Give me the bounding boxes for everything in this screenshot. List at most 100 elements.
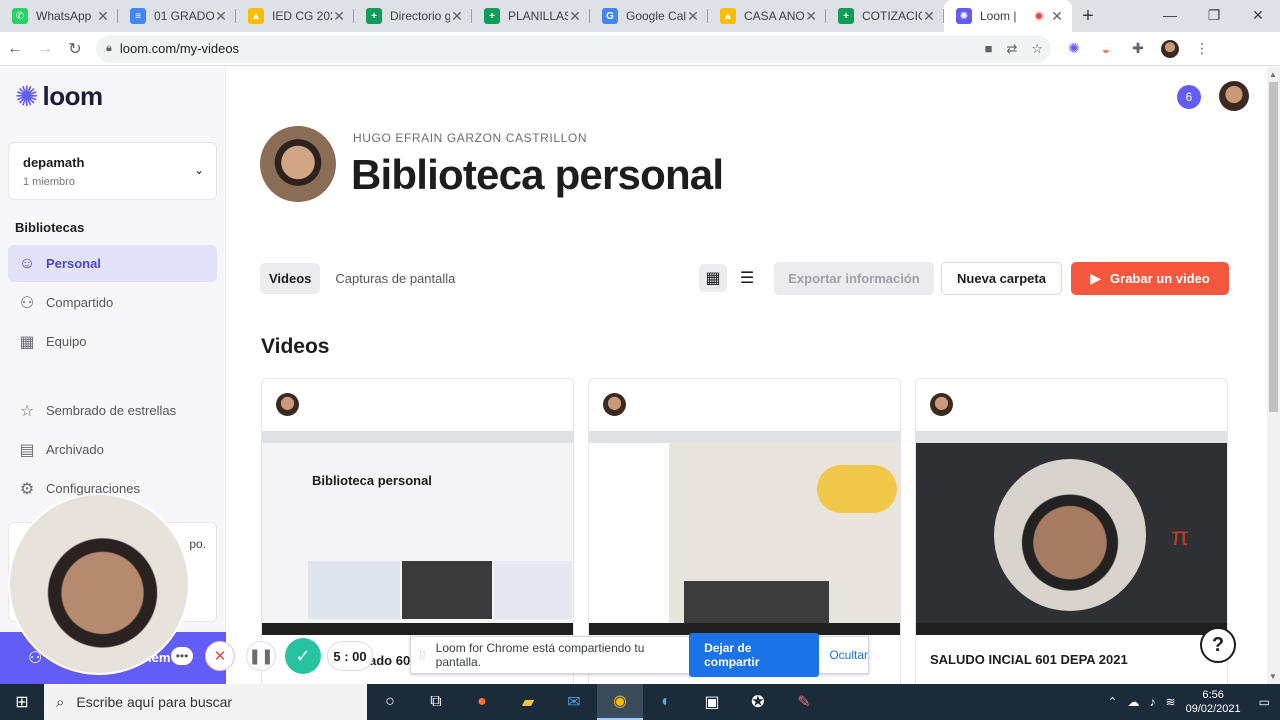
browser-tab[interactable]: + Directorio g ✕ xyxy=(354,0,472,32)
menu-icon[interactable]: ⋮ xyxy=(1193,40,1211,58)
export-button[interactable]: Exportar información xyxy=(774,262,934,295)
stop-sharing-button[interactable]: Dejar de compartir xyxy=(689,633,820,677)
scroll-up-icon[interactable]: ▲ xyxy=(1269,70,1277,79)
system-tray: ⌃ ☁ ♪ ≋ 6:56 09/02/2021 ▭ xyxy=(1107,688,1280,716)
video-card[interactable]: π SALUDO INCIAL 601 DEPA 2021 xyxy=(915,378,1228,688)
grid-view-icon[interactable]: ▦ xyxy=(699,264,727,292)
sidebar-item-sembrado-de-estrellas[interactable]: ☆ Sembrado de estrellas xyxy=(8,392,217,429)
tab-favicon-icon: ≡ xyxy=(130,8,146,24)
browser-tab[interactable]: ▲ IED CG 202 ✕ xyxy=(236,0,354,32)
sidebar-item-archivado[interactable]: ▤ Archivado xyxy=(8,431,217,468)
user-avatar[interactable] xyxy=(1219,81,1249,111)
close-tab-icon[interactable]: ✕ xyxy=(450,8,464,25)
profile-avatar[interactable] xyxy=(1161,39,1179,58)
view-switcher: ▦ ☰ xyxy=(699,264,761,292)
chrome-icon[interactable]: ◉ xyxy=(597,684,643,720)
store-icon[interactable]: ▣ xyxy=(689,684,735,720)
forward-icon[interactable]: → xyxy=(30,34,60,64)
tab-videos[interactable]: Videos xyxy=(260,263,321,294)
more-options-icon[interactable]: ••• xyxy=(171,647,193,665)
card-avatar xyxy=(930,393,953,416)
browser-tab[interactable]: + PLANILLAS ✕ xyxy=(472,0,590,32)
sidebar-item-personal[interactable]: ☺ Personal xyxy=(8,245,217,282)
pause-recording-button[interactable]: ❚❚ xyxy=(246,641,276,671)
cloud-icon[interactable]: ☁ xyxy=(1128,695,1140,709)
close-tab-icon[interactable]: ✕ xyxy=(804,8,818,25)
restore-icon[interactable]: ❐ xyxy=(1192,0,1236,30)
tab-favicon-icon: ▲ xyxy=(720,8,736,24)
cortana-icon[interactable]: ○ xyxy=(367,684,413,720)
extension-icon[interactable]: ◒ xyxy=(1097,40,1115,58)
tab-favicon-icon: + xyxy=(484,8,500,24)
list-view-icon[interactable]: ☰ xyxy=(733,264,761,292)
close-tab-icon[interactable]: ✕ xyxy=(686,8,700,25)
content-type-tabs: Videos Capturas de pantalla xyxy=(260,263,464,294)
clock-date: 09/02/2021 xyxy=(1185,703,1241,715)
browser-tab[interactable]: G Google Cal ✕ xyxy=(590,0,708,32)
finish-recording-button[interactable]: ✓ xyxy=(285,638,321,674)
drag-handle-icon[interactable]: ⁞⁞ xyxy=(419,648,426,662)
puzzle-icon[interactable]: ✚ xyxy=(1129,40,1147,58)
new-folder-button[interactable]: Nueva carpeta xyxy=(941,262,1062,295)
loom-extension-icon[interactable]: ✺ xyxy=(1065,40,1083,58)
browser-tab[interactable]: ≡ 01 GRADO ✕ xyxy=(118,0,236,32)
tab-screenshots[interactable]: Capturas de pantalla xyxy=(326,263,464,294)
close-tab-icon[interactable]: ✕ xyxy=(332,8,346,25)
mail-icon[interactable]: ✉ xyxy=(551,684,597,720)
hide-button[interactable]: Ocultar xyxy=(829,648,868,662)
chevron-up-icon[interactable]: ⌃ xyxy=(1107,695,1117,709)
video-thumbnail[interactable] xyxy=(589,431,900,635)
sidebar-item-equipo[interactable]: ▦ Equipo xyxy=(8,323,217,360)
wifi-icon[interactable]: ≋ xyxy=(1166,695,1176,709)
browser-tab[interactable]: ▲ CASA ANO ✕ xyxy=(708,0,826,32)
tab-favicon-icon: ✆ xyxy=(12,8,28,24)
cancel-recording-button[interactable]: ✕ xyxy=(205,641,235,671)
volume-icon[interactable]: ♪ xyxy=(1150,695,1156,709)
back-icon[interactable]: ← xyxy=(0,34,30,64)
workspace-name: depamath xyxy=(23,155,85,170)
video-thumbnail[interactable]: Biblioteca personal xyxy=(262,431,573,635)
close-tab-icon[interactable]: ✕ xyxy=(214,8,228,25)
minimize-icon[interactable]: — xyxy=(1148,0,1192,30)
workspace-selector[interactable]: depamath 1 miembro ⌄ xyxy=(8,142,217,200)
tab-title: Directorio g xyxy=(390,9,450,23)
close-tab-icon[interactable]: ✕ xyxy=(568,8,582,25)
task-view-icon[interactable]: ⧉ xyxy=(413,684,459,720)
screen-share-bar: ⁞⁞ Loom for Chrome está compartiendo tu … xyxy=(410,633,869,677)
scrollbar-thumb[interactable] xyxy=(1269,82,1278,412)
windows-start-icon[interactable]: ⊞ xyxy=(0,684,44,720)
close-window-icon[interactable]: ✕ xyxy=(1236,0,1280,30)
paint-icon[interactable]: ✎ xyxy=(781,684,827,720)
scroll-down-icon[interactable]: ▼ xyxy=(1269,672,1277,681)
app-icon[interactable]: ✪ xyxy=(735,684,781,720)
notification-badge[interactable]: 6 xyxy=(1177,85,1201,109)
help-button[interactable]: ? xyxy=(1200,627,1236,663)
address-bar[interactable]: 🔒︎ loom.com/my-videos ■ ⇄ ☆ xyxy=(96,34,1051,63)
record-video-button[interactable]: ▶ Grabar un video xyxy=(1071,262,1229,295)
bookmark-star-icon[interactable]: ☆ xyxy=(1031,41,1043,57)
close-tab-icon[interactable]: ✕ xyxy=(922,8,936,25)
loom-logo[interactable]: ✺ loom xyxy=(15,81,103,112)
sidebar-item-compartido[interactable]: ⚇ Compartido xyxy=(8,284,217,321)
file-explorer-icon[interactable]: ▰ xyxy=(505,684,551,720)
page-scrollbar[interactable]: ▲ ▼ xyxy=(1267,67,1280,684)
lock-icon: 🔒︎ xyxy=(106,42,112,54)
browser-tab[interactable]: ✆ WhatsApp ✕ xyxy=(0,0,118,32)
webcam-bubble[interactable] xyxy=(8,493,190,675)
reload-icon[interactable]: ↻ xyxy=(60,34,90,64)
video-thumbnail[interactable]: π xyxy=(916,431,1227,635)
close-tab-icon[interactable]: ✕ xyxy=(96,8,110,25)
notifications-icon[interactable]: ▭ xyxy=(1259,695,1270,709)
firefox-icon[interactable]: ● xyxy=(459,684,505,720)
translate-icon[interactable]: ⇄ xyxy=(1006,41,1017,57)
camera-icon[interactable]: ■ xyxy=(985,41,993,57)
new-tab-button[interactable]: + xyxy=(1072,0,1104,32)
taskbar-search[interactable]: ⌕ Escribe aquí para buscar xyxy=(44,684,367,720)
clock[interactable]: 6:56 09/02/2021 xyxy=(1186,688,1241,716)
browser-tab[interactable]: + COTIZACIO ✕ xyxy=(826,0,944,32)
edge-icon[interactable]: ◐ xyxy=(643,684,689,720)
close-tab-icon[interactable]: ✕ xyxy=(1050,8,1064,25)
video-title[interactable]: SALUDO INCIAL 601 DEPA 2021 xyxy=(930,652,1128,667)
profile-picture xyxy=(260,126,336,202)
tab-loom[interactable]: ✺ Loom | ✕ xyxy=(944,0,1072,32)
